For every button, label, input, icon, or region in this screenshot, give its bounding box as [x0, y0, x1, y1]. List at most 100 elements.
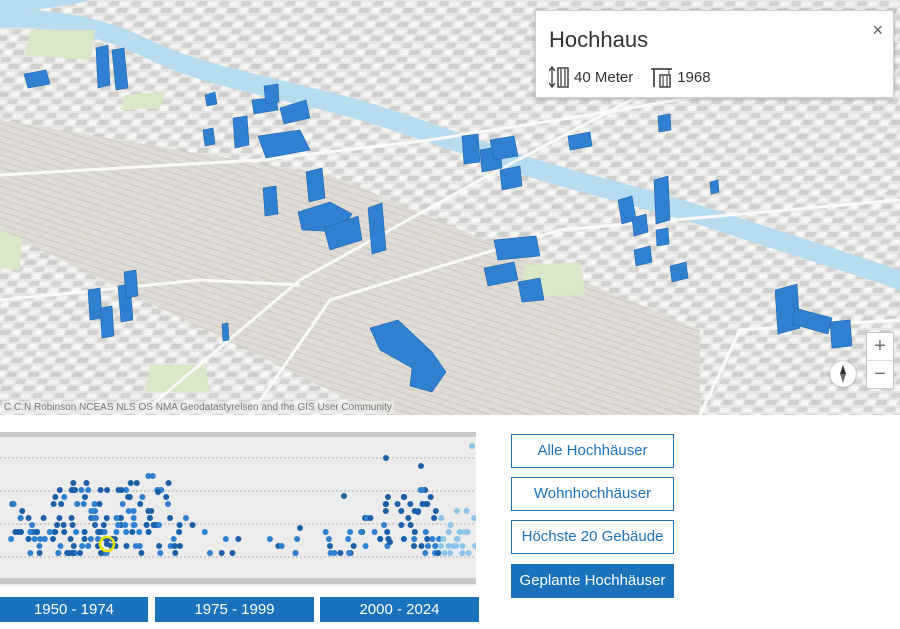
building-dot[interactable]	[68, 487, 75, 493]
building-dot[interactable]	[297, 525, 303, 531]
building-dot[interactable]	[64, 550, 71, 556]
building-dot[interactable]	[419, 501, 426, 507]
building-dot[interactable]	[432, 508, 439, 514]
building-dot[interactable]	[156, 543, 163, 549]
building-dot[interactable]	[371, 529, 378, 535]
building-dot[interactable]	[424, 536, 431, 542]
building-dot[interactable]	[82, 494, 88, 500]
building-dot[interactable]	[407, 522, 414, 528]
building-dot[interactable]	[189, 522, 196, 528]
building-dot[interactable]	[358, 529, 365, 535]
building-dot[interactable]	[176, 529, 183, 535]
building-dot[interactable]	[163, 494, 170, 500]
building-dot[interactable]	[145, 529, 152, 535]
building-dot[interactable]	[432, 543, 439, 549]
building-dot[interactable]	[36, 550, 43, 556]
building-dot[interactable]	[182, 515, 189, 521]
building-dot[interactable]	[95, 529, 102, 535]
building-dot[interactable]	[74, 501, 81, 507]
building-dot[interactable]	[27, 529, 34, 535]
building-dot[interactable]	[127, 480, 134, 486]
building-dot[interactable]	[123, 543, 130, 549]
building-dot[interactable]	[427, 494, 434, 500]
building-dot[interactable]	[97, 487, 104, 493]
building-dot[interactable]	[100, 522, 107, 528]
building-dot[interactable]	[367, 515, 374, 521]
building-dot[interactable]	[57, 543, 64, 549]
building-dot[interactable]	[394, 501, 401, 507]
building-dot[interactable]	[81, 529, 88, 535]
building-dot[interactable]	[294, 536, 301, 542]
building-dot[interactable]	[104, 487, 111, 493]
building-dot[interactable]	[201, 529, 208, 535]
building-dot[interactable]	[15, 529, 22, 535]
building-dot[interactable]	[345, 536, 352, 542]
building-dot[interactable]	[341, 493, 347, 499]
building-dot[interactable]	[130, 508, 137, 514]
building-dot[interactable]	[68, 515, 75, 521]
building-dot[interactable]	[73, 529, 80, 535]
building-dot[interactable]	[422, 529, 429, 535]
building-dot[interactable]	[78, 487, 85, 493]
building-dot[interactable]	[96, 501, 103, 507]
building-dot[interactable]	[327, 550, 334, 556]
building-dot[interactable]	[146, 515, 153, 521]
building-dot[interactable]	[447, 522, 454, 528]
building-dot[interactable]	[165, 501, 171, 507]
building-dot[interactable]	[438, 543, 444, 549]
building-dot[interactable]	[157, 550, 164, 556]
building-dot[interactable]	[50, 536, 56, 542]
zoom-out-button[interactable]: −	[867, 360, 893, 388]
building-dot[interactable]	[383, 455, 389, 461]
building-dot[interactable]	[418, 463, 424, 469]
building-dot[interactable]	[422, 550, 429, 556]
building-dot[interactable]	[54, 522, 61, 528]
building-dot[interactable]	[440, 536, 447, 542]
building-dot[interactable]	[441, 550, 448, 556]
building-dot[interactable]	[415, 509, 421, 515]
building-dot[interactable]	[405, 515, 412, 521]
building-dot[interactable]	[431, 515, 438, 521]
building-dot[interactable]	[463, 508, 470, 514]
building-dot[interactable]	[411, 536, 418, 542]
building-dot[interactable]	[41, 536, 48, 542]
building-dot[interactable]	[150, 522, 157, 528]
building-dot[interactable]	[113, 529, 120, 535]
building-dot[interactable]	[347, 529, 354, 535]
building-dot[interactable]	[77, 550, 83, 556]
building-dot[interactable]	[438, 515, 445, 521]
building-dot[interactable]	[411, 543, 417, 549]
building-dot[interactable]	[453, 536, 460, 542]
building-dot[interactable]	[136, 529, 143, 535]
building-dot[interactable]	[17, 515, 24, 521]
filter-residential-highrises-button[interactable]: Wohnhochhäuser	[511, 477, 674, 511]
building-dot[interactable]	[453, 508, 460, 514]
building-dot[interactable]	[278, 543, 285, 549]
building-dot[interactable]	[235, 536, 242, 542]
compass-button[interactable]	[830, 361, 856, 387]
building-dot[interactable]	[87, 536, 94, 542]
building-dot[interactable]	[58, 501, 65, 507]
building-dot[interactable]	[83, 480, 90, 486]
building-dot[interactable]	[435, 550, 442, 556]
building-dot[interactable]	[398, 508, 405, 514]
building-dot[interactable]	[465, 550, 472, 556]
building-dot[interactable]	[19, 508, 26, 514]
building-dot[interactable]	[325, 536, 332, 542]
building-dot[interactable]	[119, 501, 126, 507]
building-dot[interactable]	[138, 550, 145, 556]
close-button[interactable]: ×	[872, 21, 883, 39]
building-dot[interactable]	[398, 522, 405, 528]
building-dot[interactable]	[103, 515, 110, 521]
building-dot[interactable]	[461, 529, 468, 535]
building-dot[interactable]	[29, 522, 36, 528]
building-dot[interactable]	[411, 529, 418, 535]
building-dot[interactable]	[92, 508, 99, 514]
building-dot[interactable]	[266, 536, 273, 542]
building-dot[interactable]	[143, 522, 150, 528]
filter-all-highrises-button[interactable]: Alle Hochhäuser	[511, 434, 674, 468]
building-dot[interactable]	[36, 543, 43, 549]
building-dot[interactable]	[218, 550, 225, 556]
building-dot[interactable]	[145, 473, 152, 479]
building-dot[interactable]	[445, 529, 452, 535]
